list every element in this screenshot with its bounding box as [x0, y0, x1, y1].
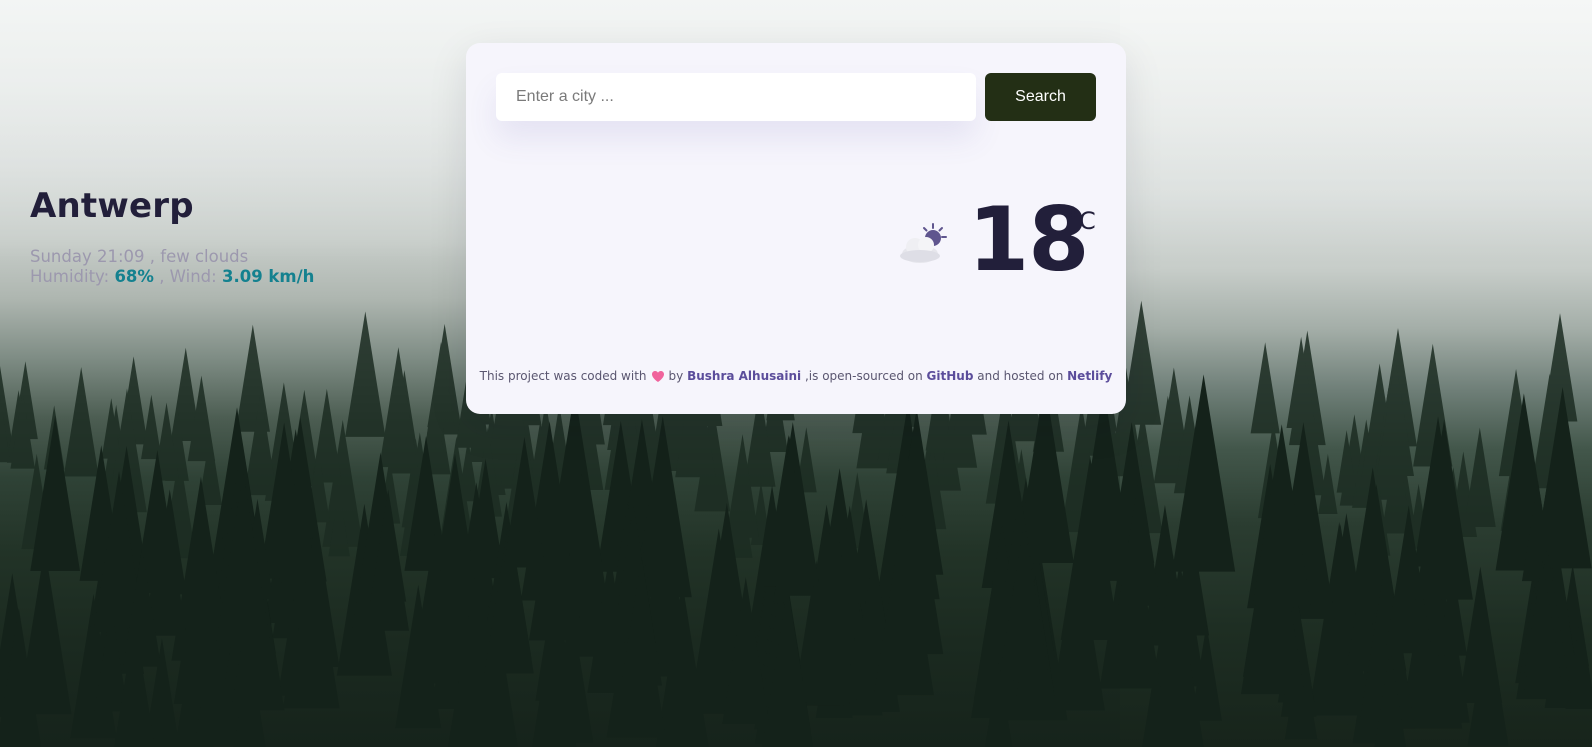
- pine-tree: [1121, 300, 1162, 425]
- footer-text-coded: This project was coded with: [479, 369, 647, 383]
- pine-tree: [345, 311, 386, 437]
- datetime-description: Sunday 21:09 , few clouds: [30, 247, 249, 266]
- temperature-value: 18: [968, 188, 1089, 291]
- pine-tree: [1250, 342, 1280, 434]
- pine-tree: [18, 547, 72, 715]
- temperature-unit: °C: [1067, 207, 1096, 235]
- wind-label: , Wind:: [159, 267, 217, 286]
- heart-icon: [651, 370, 665, 388]
- author-link[interactable]: Bushra Alhusaini: [687, 369, 801, 383]
- city-search-input[interactable]: [496, 73, 976, 121]
- footer-text-open-source: ,is open-sourced on: [804, 369, 923, 383]
- few-clouds-night-icon: [900, 223, 947, 263]
- city-name: Antwerp: [30, 186, 194, 226]
- netlify-link[interactable]: Netlify: [1067, 369, 1112, 383]
- pine-tree: [235, 324, 270, 432]
- footer-text-hosted: and hosted on: [977, 369, 1064, 383]
- humidity-label: Humidity:: [30, 267, 110, 286]
- search-form: Search: [496, 73, 1096, 121]
- footer-text-by: by: [668, 369, 684, 383]
- pine-tree: [63, 366, 99, 477]
- humidity-wind-line: Humidity: 68% , Wind: 3.09 km/h: [30, 267, 314, 287]
- wind-value: 3.09 km/h: [221, 267, 315, 286]
- pine-tree: [1463, 427, 1496, 528]
- footer: This project was coded with by Bushra Alh…: [466, 367, 1126, 388]
- humidity-value: 68%: [114, 267, 154, 286]
- pine-tree: [379, 347, 418, 468]
- github-link[interactable]: GitHub: [927, 369, 974, 383]
- search-button[interactable]: Search: [985, 73, 1096, 121]
- weather-details: Sunday 21:09 , few clouds Humidity: 68% …: [30, 247, 314, 287]
